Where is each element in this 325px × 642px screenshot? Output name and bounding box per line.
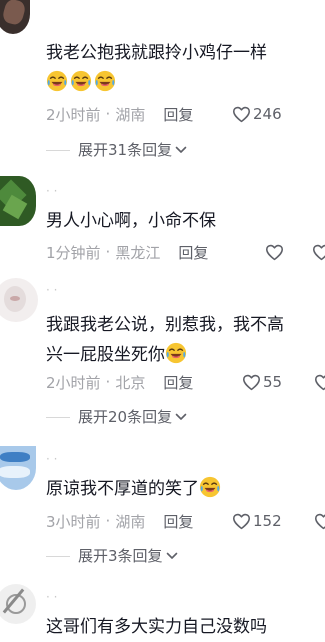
comment-meta: 3小时前 · 湖南 回复 — [46, 511, 194, 532]
laughing-crying-emoji-icon — [199, 476, 221, 498]
laughing-crying-emoji-icon — [70, 70, 92, 92]
comment-time: 3小时前 — [46, 512, 101, 531]
comment-text: 我老公抱我就跟拎小鸡仔一样 — [46, 38, 322, 98]
comment-text: 男人小心啊，小命不保 — [46, 211, 216, 231]
chevron-down-icon — [175, 146, 187, 154]
chevron-down-icon — [166, 552, 178, 560]
reply-button[interactable]: 回复 — [163, 104, 193, 125]
comment-meta: 1分钟前 · 黑龙江 回复 — [46, 242, 209, 263]
comment-text: 我跟我老公说，别惹我，我不高 兴一屁股坐死你 — [46, 315, 284, 365]
reply-button[interactable]: 回复 — [163, 511, 193, 532]
like-count: 246 — [253, 105, 282, 123]
comment-time: 2小时前 — [46, 105, 101, 124]
expand-replies-button[interactable]: 展开3条回复 — [78, 545, 178, 566]
comment-location: 黑龙江 — [115, 243, 161, 262]
expand-divider — [46, 417, 70, 418]
comment-time: 1分钟前 — [46, 243, 101, 262]
like-count: 152 — [253, 512, 282, 530]
comment-location: 北京 — [115, 373, 146, 392]
heart-outline-icon[interactable] — [232, 106, 251, 123]
laughing-crying-emoji-icon — [46, 70, 68, 92]
avatar[interactable] — [0, 176, 36, 226]
heart-outline-icon[interactable] — [242, 374, 261, 391]
comment-location: 湖南 — [115, 105, 146, 124]
username[interactable]: · · — [46, 590, 57, 604]
expand-divider — [46, 150, 70, 151]
avatar[interactable] — [0, 0, 30, 34]
expand-replies-button[interactable]: 展开20条回复 — [78, 406, 187, 427]
heart-outline-icon[interactable] — [312, 244, 325, 261]
chevron-down-icon — [175, 413, 187, 421]
avatar[interactable] — [0, 278, 38, 322]
laughing-crying-emoji-icon — [165, 342, 187, 364]
comment-text: 原谅我不厚道的笑了 — [46, 474, 322, 504]
expand-divider — [46, 556, 70, 557]
username[interactable]: · · — [46, 283, 57, 297]
reply-button[interactable]: 回复 — [178, 242, 208, 263]
laughing-crying-emoji-icon — [94, 70, 116, 92]
comment-time: 2小时前 — [46, 373, 101, 392]
heart-outline-icon[interactable] — [265, 244, 284, 261]
heart-outline-icon[interactable] — [314, 513, 325, 530]
avatar[interactable] — [0, 584, 36, 624]
comment-location: 湖南 — [115, 512, 146, 531]
like-count: 55 — [263, 373, 283, 391]
comment-meta: 2小时前 · 湖南 回复 — [46, 104, 194, 125]
heart-outline-icon[interactable] — [314, 374, 325, 391]
heart-outline-icon[interactable] — [232, 513, 251, 530]
comment-text: 这哥们有多大实力自己没数吗 — [46, 617, 267, 637]
username[interactable]: · · — [46, 184, 57, 198]
reply-button[interactable]: 回复 — [163, 372, 193, 393]
avatar[interactable] — [0, 446, 36, 490]
username[interactable]: · · — [46, 452, 57, 466]
comment-meta: 2小时前 · 北京 回复 — [46, 372, 194, 393]
expand-replies-button[interactable]: 展开31条回复 — [78, 139, 187, 160]
